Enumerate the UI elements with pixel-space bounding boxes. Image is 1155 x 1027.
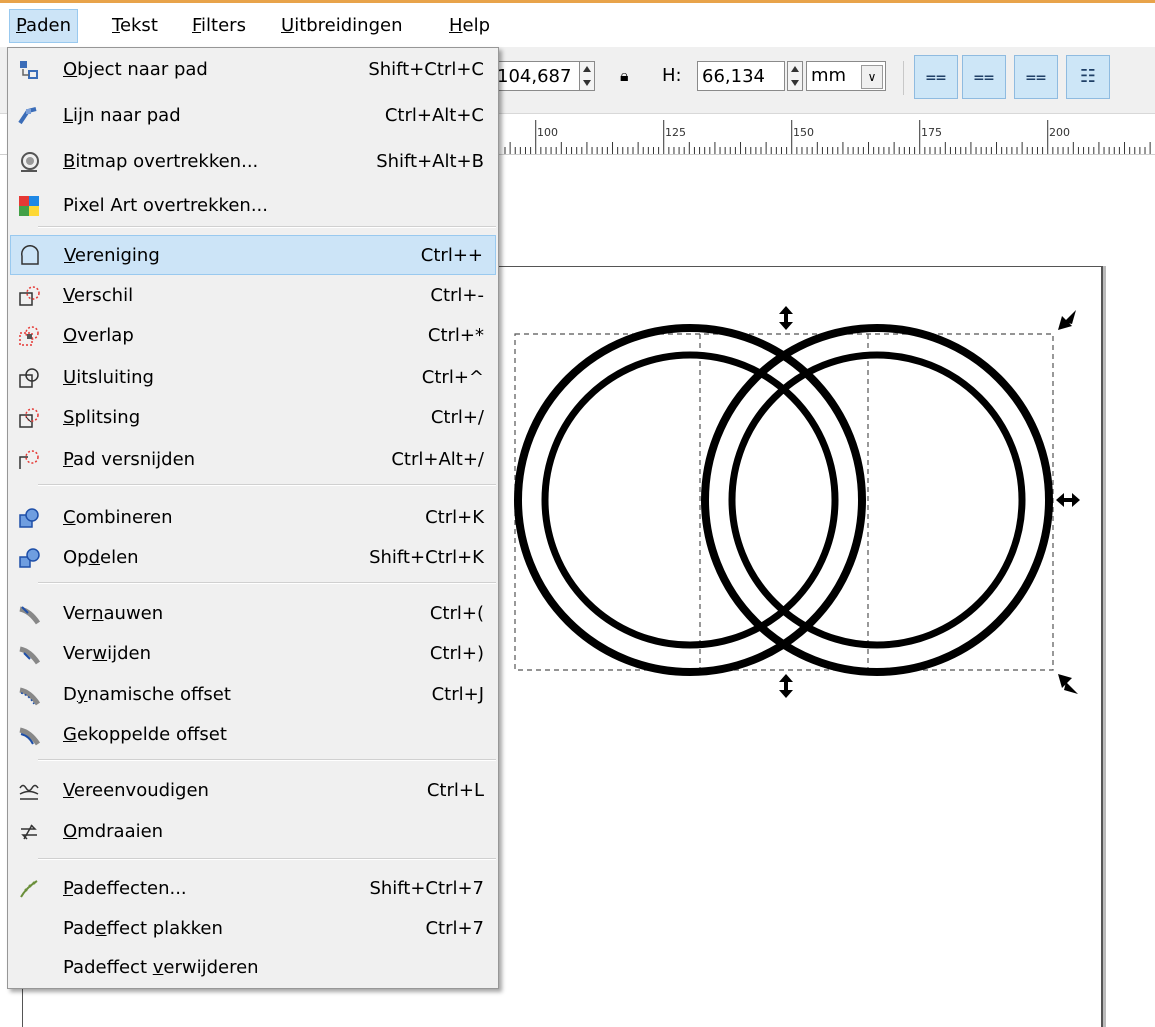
right-inner-ring[interactable] bbox=[728, 351, 1026, 649]
menu-item-shortcut: Shift+Ctrl+K bbox=[369, 547, 484, 568]
menu-item-label: Vereenvoudigen bbox=[63, 780, 209, 801]
menu-item-shortcut: Ctrl+Alt+C bbox=[384, 105, 484, 126]
menu-item-gekoppelde-offset[interactable]: Gekoppelde offset bbox=[10, 715, 496, 755]
menu-item-vereenvoudigen[interactable]: Vereenvoudigen Ctrl+L bbox=[10, 771, 496, 811]
menu-item-padeffecten[interactable]: Padeffecten... Shift+Ctrl+7 bbox=[10, 869, 496, 909]
menu-item-label: Gekoppelde offset bbox=[63, 724, 227, 745]
menu-item-vereniging[interactable]: Vereniging Ctrl++ bbox=[10, 235, 496, 275]
menu-item-shortcut: Shift+Ctrl+C bbox=[368, 59, 484, 80]
menu-item-verwijden[interactable]: Verwijden Ctrl+) bbox=[10, 634, 496, 674]
path-effects-icon bbox=[18, 878, 40, 900]
menu-item-label: Padeffect verwijderen bbox=[63, 957, 259, 978]
linked-offset-icon bbox=[18, 724, 41, 746]
cut-path-icon bbox=[18, 449, 40, 471]
menu-item-pixel-art-overtrekken[interactable]: Pixel Art overtrekken... bbox=[10, 186, 496, 226]
menu-item-verschil[interactable]: Verschil Ctrl+- bbox=[10, 276, 496, 316]
object-to-path-icon bbox=[18, 59, 40, 81]
simplify-icon bbox=[18, 780, 40, 802]
menu-item-shortcut: Ctrl+K bbox=[425, 507, 484, 528]
menu-item-label: Splitsing bbox=[63, 407, 141, 428]
menu-item-shortcut: Ctrl+( bbox=[429, 603, 484, 624]
menu-item-shortcut: Ctrl+7 bbox=[425, 918, 484, 939]
menu-separator bbox=[38, 759, 496, 761]
paden-menu: Object naar pad Shift+Ctrl+C Lijn naar p… bbox=[7, 47, 499, 989]
difference-icon bbox=[18, 285, 40, 307]
menu-item-shortcut: Ctrl+Alt+/ bbox=[391, 449, 484, 470]
menu-item-label: Padeffect plakken bbox=[63, 918, 223, 939]
menu-item-label: Bitmap overtrekken... bbox=[63, 151, 259, 172]
menu-separator bbox=[38, 858, 496, 860]
menu-item-shortcut: Ctrl++ bbox=[420, 245, 483, 266]
handle-top-right-icon[interactable] bbox=[1064, 310, 1076, 324]
menu-item-opdelen[interactable]: Opdelen Shift+Ctrl+K bbox=[10, 538, 496, 578]
menu-item-label: Dynamische offset bbox=[63, 684, 231, 705]
menu-item-shortcut: Ctrl+- bbox=[430, 285, 484, 306]
intersection-icon bbox=[18, 325, 40, 347]
reverse-icon bbox=[18, 821, 40, 843]
stroke-to-path-icon bbox=[18, 105, 40, 127]
menu-item-label: Opdelen bbox=[63, 547, 139, 568]
menu-item-shortcut: Ctrl+) bbox=[429, 643, 484, 664]
menu-item-overlap[interactable]: Overlap Ctrl+* bbox=[10, 316, 496, 356]
menu-item-combineren[interactable]: Combineren Ctrl+K bbox=[10, 498, 496, 538]
union-icon bbox=[19, 245, 41, 267]
menu-item-label: Vernauwen bbox=[63, 603, 164, 624]
menu-item-dynamische-offset[interactable]: Dynamische offset Ctrl+J bbox=[10, 675, 496, 715]
menu-item-uitsluiting[interactable]: Uitsluiting Ctrl+^ bbox=[10, 358, 496, 398]
menu-item-label: Pixel Art overtrekken... bbox=[63, 195, 268, 216]
menu-item-object-naar-pad[interactable]: Object naar pad Shift+Ctrl+C bbox=[10, 50, 496, 90]
right-outer-ring[interactable] bbox=[701, 324, 1053, 676]
menu-separator bbox=[38, 226, 496, 228]
handle-right-arrow-icon[interactable] bbox=[1066, 493, 1080, 507]
menu-item-label: Padeffecten... bbox=[63, 878, 187, 899]
left-outer-ring[interactable] bbox=[514, 324, 866, 676]
menu-item-padeffect-verwijderen[interactable]: Padeffect verwijderen bbox=[10, 948, 496, 988]
menu-item-label: Omdraaien bbox=[63, 821, 164, 842]
menu-item-shortcut: Shift+Ctrl+7 bbox=[369, 878, 484, 899]
handle-bottom-arrow-icon[interactable] bbox=[779, 684, 793, 698]
break-apart-icon bbox=[18, 547, 40, 569]
menu-item-splitsing[interactable]: Splitsing Ctrl+/ bbox=[10, 398, 496, 438]
menu-item-shortcut: Ctrl+/ bbox=[430, 407, 484, 428]
outset-icon bbox=[18, 643, 41, 665]
dynamic-offset-icon bbox=[18, 684, 41, 706]
menu-separator bbox=[38, 582, 496, 584]
menu-item-lijn-naar-pad[interactable]: Lijn naar pad Ctrl+Alt+C bbox=[10, 96, 496, 136]
menu-item-label: Vereniging bbox=[64, 245, 160, 266]
inset-icon bbox=[18, 603, 41, 625]
menu-item-padeffect-plakken[interactable]: Padeffect plakken Ctrl+7 bbox=[10, 909, 496, 949]
menu-item-label: Verwijden bbox=[63, 643, 152, 664]
menu-item-label: Combineren bbox=[63, 507, 173, 528]
exclusion-icon bbox=[18, 367, 40, 389]
menu-item-shortcut: Ctrl+J bbox=[431, 684, 484, 705]
menu-item-shortcut: Ctrl+* bbox=[427, 325, 484, 346]
menu-item-vernauwen[interactable]: Vernauwen Ctrl+( bbox=[10, 594, 496, 634]
menu-item-omdraaien[interactable]: Omdraaien bbox=[10, 812, 496, 852]
trace-pixel-art-icon bbox=[18, 195, 40, 217]
menu-item-label: Overlap bbox=[63, 325, 134, 346]
menu-item-label: Lijn naar pad bbox=[63, 105, 181, 126]
trace-bitmap-icon bbox=[18, 151, 40, 173]
menu-separator bbox=[38, 484, 496, 486]
menu-item-shortcut: Ctrl+^ bbox=[421, 367, 484, 388]
menu-item-label: Uitsluiting bbox=[63, 367, 154, 388]
menu-item-label: Object naar pad bbox=[63, 59, 208, 80]
menu-item-pad-versnijden[interactable]: Pad versnijden Ctrl+Alt+/ bbox=[10, 440, 496, 480]
combine-icon bbox=[18, 507, 40, 529]
menu-item-bitmap-overtrekken[interactable]: Bitmap overtrekken... Shift+Alt+B bbox=[10, 142, 496, 182]
menu-item-label: Verschil bbox=[63, 285, 134, 306]
division-icon bbox=[18, 407, 40, 429]
menu-item-label: Pad versnijden bbox=[63, 449, 196, 470]
handle-bottom-right-icon[interactable] bbox=[1064, 682, 1078, 694]
menu-item-shortcut: Ctrl+L bbox=[426, 780, 484, 801]
handle-top-arrow-icon[interactable] bbox=[779, 316, 793, 330]
menu-item-shortcut: Shift+Alt+B bbox=[376, 151, 484, 172]
left-inner-ring[interactable] bbox=[541, 351, 839, 649]
